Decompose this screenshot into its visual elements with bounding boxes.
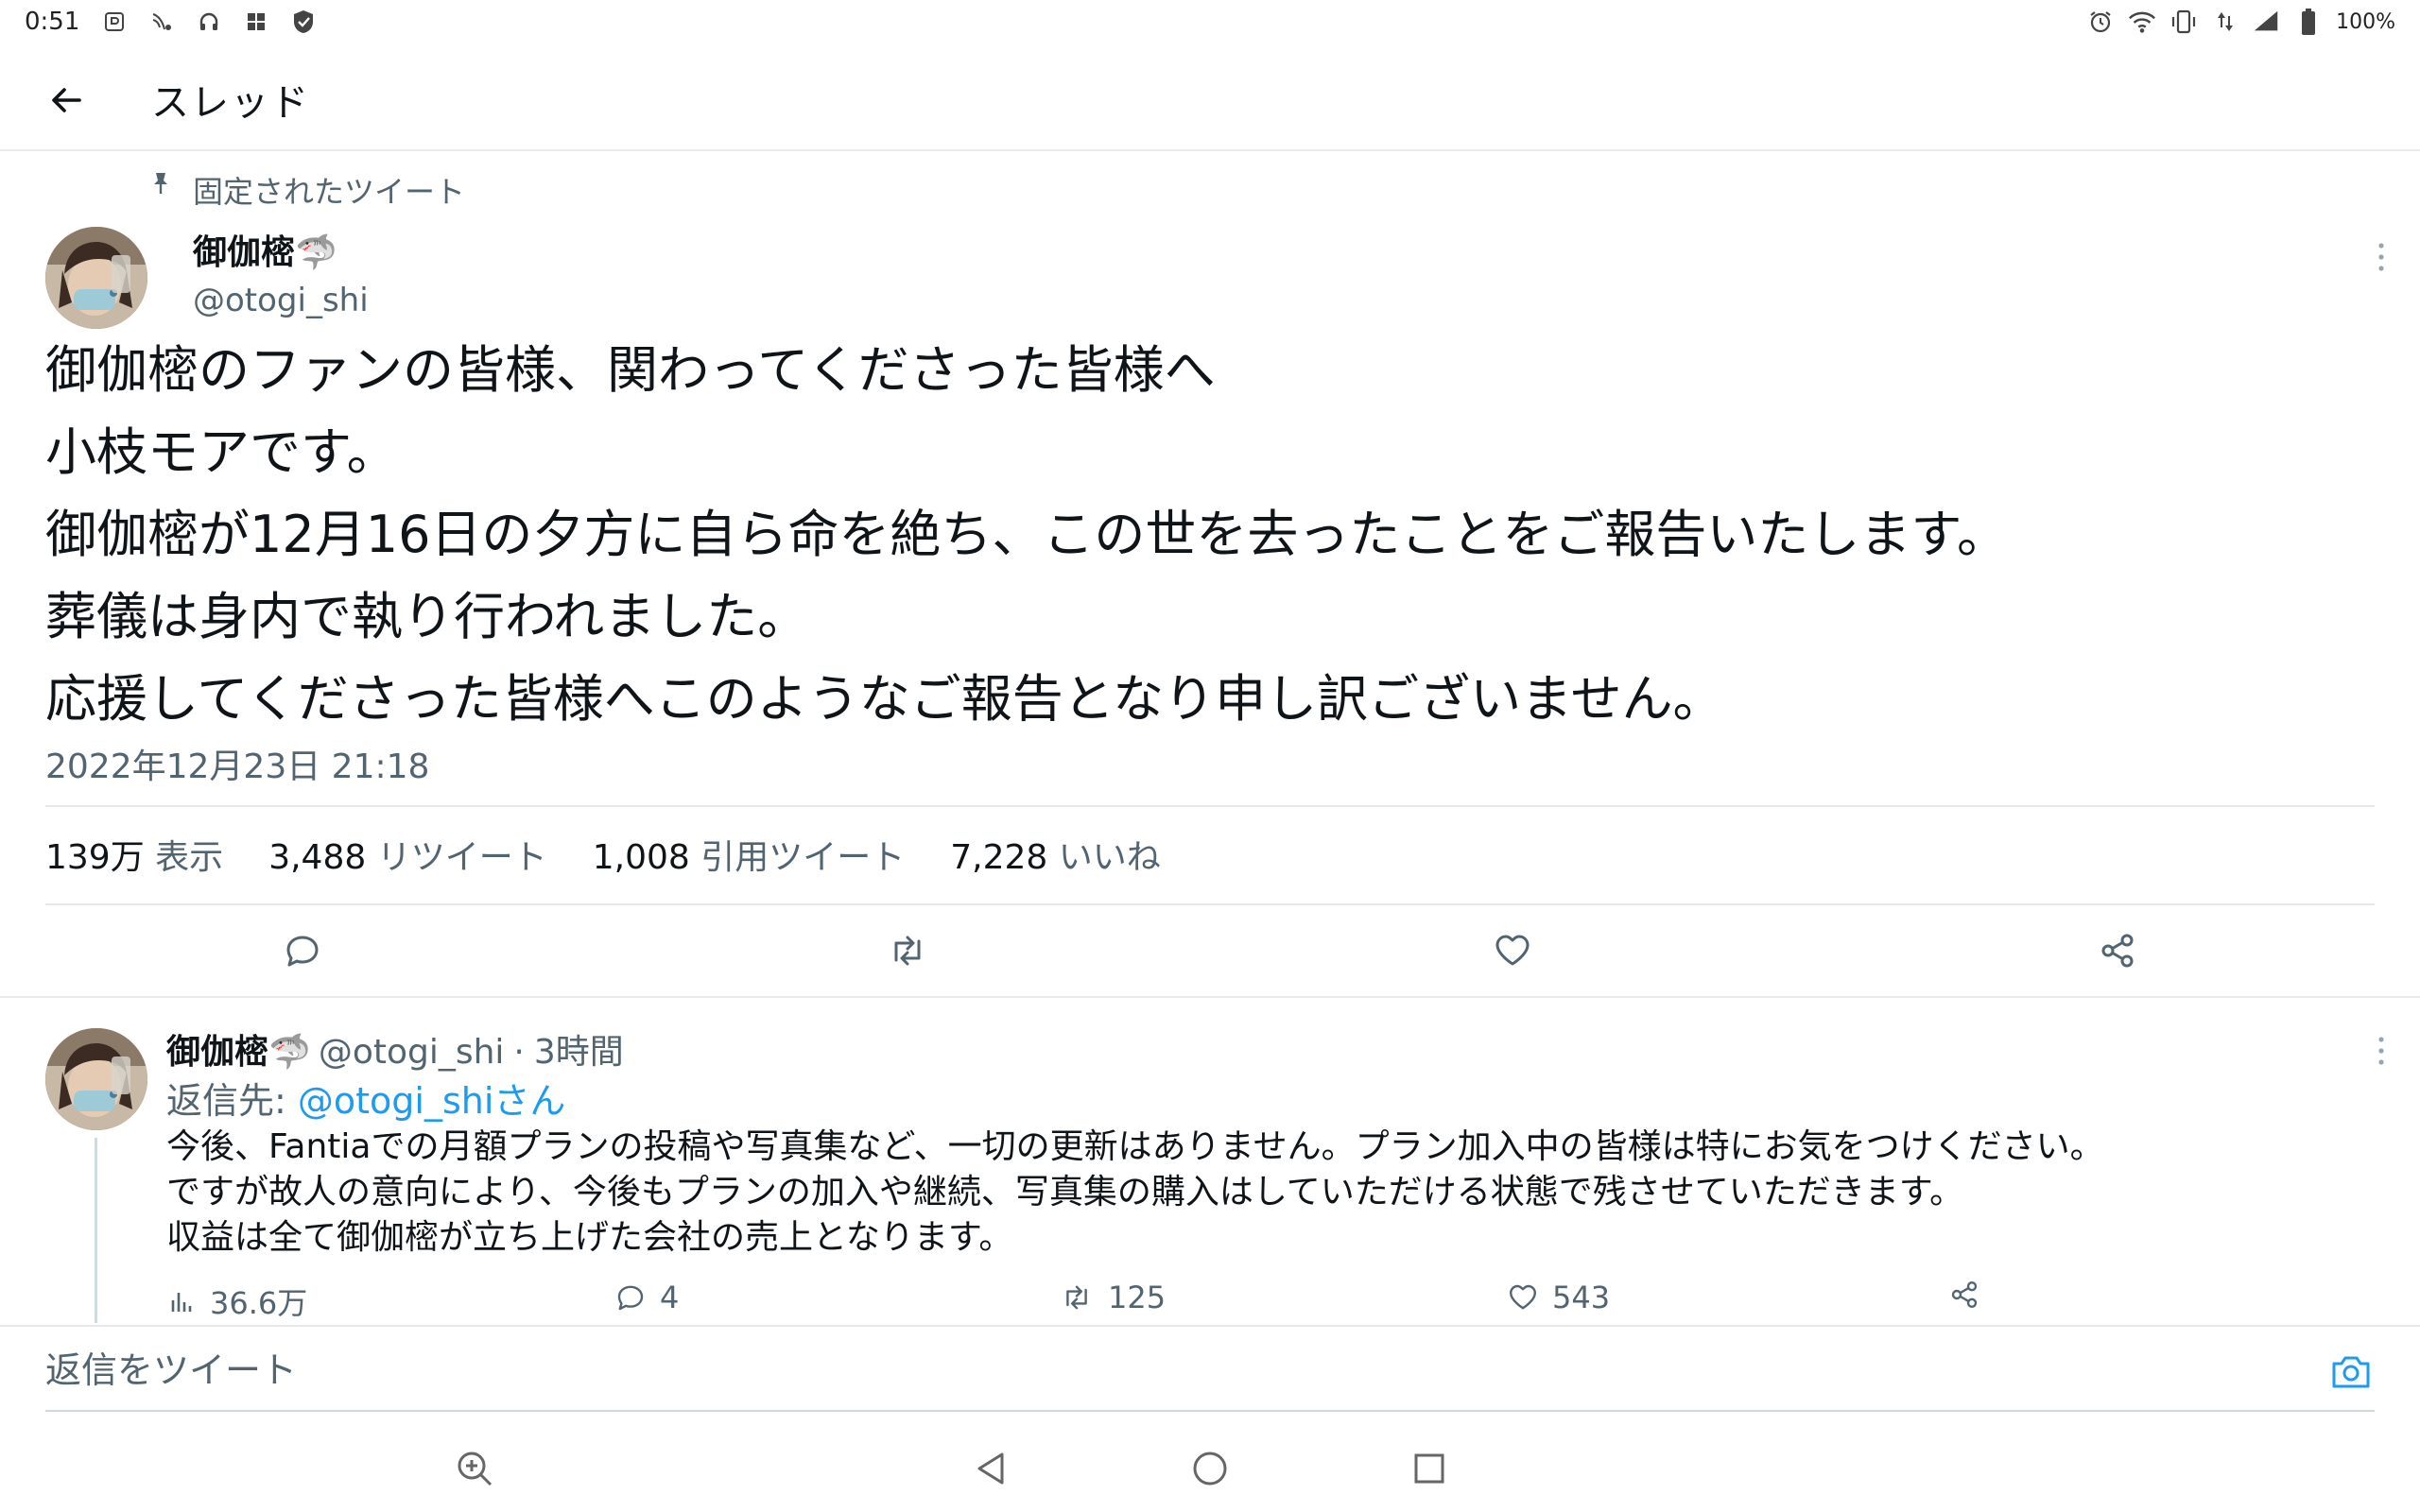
arrow-left-icon — [52, 88, 81, 112]
retweet-icon — [894, 936, 921, 966]
reply-line: ですが故人の意向により、今後もプランの加入や継続、写真集の購入はしていただける状… — [166, 1173, 1964, 1211]
stat-quote-tweets[interactable]: 1,008 引用ツイート — [593, 830, 906, 879]
like-count: 543 — [1552, 1280, 1611, 1315]
share-button[interactable] — [1949, 1280, 1979, 1310]
tweet-actions — [0, 922, 2420, 979]
system-nav-bar — [0, 1427, 2420, 1512]
tweet-line: 応援してくださった皆様へこのようなご報告となり申し訳ございません。 — [45, 669, 1724, 729]
reply-button[interactable] — [274, 922, 331, 979]
headphones-icon — [195, 8, 223, 36]
more-vertical-icon — [2378, 243, 2384, 271]
nav-back-button[interactable] — [962, 1440, 1019, 1497]
reply-to: 返信先: @otogi_shiさん — [166, 1072, 565, 1124]
views-button[interactable]: 36.6万 — [168, 1280, 307, 1323]
retweet-button[interactable]: 125 — [1059, 1280, 1166, 1315]
tweet-line: 御伽樒のファンの皆様、関わってくださった皆様へ — [45, 340, 1216, 400]
reply-author-handle[interactable]: @otogi_shi — [319, 1033, 505, 1072]
camera-button[interactable] — [2327, 1348, 2375, 1395]
reply-icon — [286, 936, 319, 967]
circle-home-icon — [1193, 1452, 1227, 1486]
app-notification-icon — [100, 8, 129, 36]
back-button[interactable] — [42, 76, 91, 125]
tweet-line: 葬儀は身内で執り行われました。 — [45, 587, 809, 646]
author-handle[interactable]: @otogi_shi — [193, 282, 369, 319]
reply-button[interactable]: 4 — [614, 1280, 679, 1315]
divider — [45, 1410, 2375, 1412]
status-right-icons: 100% — [2086, 8, 2395, 36]
wifi-icon — [2128, 8, 2156, 36]
thread-header: スレッド — [0, 49, 2420, 151]
status-left-icons — [100, 8, 318, 36]
reply-line: 収益は全て御伽樒が立ち上げた会社の売上となります。 — [166, 1218, 1013, 1257]
nfc-icon — [147, 8, 176, 36]
square-recents-icon — [1414, 1453, 1444, 1484]
vibrate-icon — [2169, 8, 2198, 36]
status-bar: 0:51 100% — [0, 0, 2420, 49]
thread-line — [95, 1138, 97, 1323]
heart-icon — [1495, 935, 1530, 966]
pinned-label: 固定されたツイート — [193, 174, 466, 210]
nav-recents-button[interactable] — [1401, 1440, 1458, 1497]
more-options-button[interactable] — [2367, 238, 2395, 276]
reply-icon — [617, 1285, 644, 1311]
more-vertical-icon — [2378, 1037, 2384, 1065]
reply-to-handle-link[interactable]: @otogi_shiさん — [298, 1080, 566, 1122]
reply-to-prefix: 返信先: — [166, 1080, 298, 1122]
battery-icon — [2294, 8, 2323, 36]
reply-compose-input[interactable] — [45, 1344, 2220, 1397]
shield-icon — [289, 8, 318, 36]
reply-author-name[interactable]: 御伽樒🦈 — [166, 1024, 311, 1074]
avatar[interactable] — [45, 1028, 147, 1130]
stat-views[interactable]: 139万 表示 — [45, 830, 223, 879]
battery-percent: 100% — [2336, 9, 2395, 34]
share-button[interactable] — [2089, 922, 2146, 979]
retweet-icon — [1066, 1285, 1087, 1310]
reply-text: 今後、Fantiaでの月額プランの投稿や写真集など、一切の更新はありません。プラ… — [166, 1125, 2341, 1261]
camera-icon — [2332, 1356, 2370, 1388]
reply-actions: 36.6万 4 125 543 — [166, 1280, 2341, 1325]
reply-line: 今後、Fantiaでの月額プランの投稿や写真集など、一切の更新はありません。プラ… — [166, 1127, 2104, 1166]
author-name[interactable]: 御伽樒🦈 — [193, 225, 337, 274]
signal-icon — [2253, 8, 2281, 36]
divider — [45, 903, 2375, 905]
reply-time[interactable]: 3時間 — [534, 1024, 624, 1074]
alarm-icon — [2086, 8, 2115, 36]
tweet-line: 小枝モアです。 — [45, 422, 398, 482]
reply-header: 御伽樒🦈 @otogi_shi · 3時間 — [166, 1024, 624, 1074]
grid-app-icon — [242, 8, 270, 36]
triangle-back-icon — [977, 1452, 1004, 1485]
data-arrows-icon — [2211, 8, 2239, 36]
more-options-button[interactable] — [2367, 1032, 2395, 1070]
analytics-icon — [171, 1293, 192, 1312]
status-time: 0:51 — [25, 8, 80, 36]
tweet-line: 御伽樒が12月16日の夕方に自ら命を絶ち、この世を去ったことをご報告いたします。 — [45, 505, 2009, 564]
tweet-text: 御伽樒のファンの皆様、関わってくださった皆様へ 小枝モアです。 御伽樒が12月1… — [45, 329, 2352, 740]
share-icon — [2101, 934, 2134, 968]
like-button[interactable]: 543 — [1507, 1280, 1610, 1315]
avatar[interactable] — [45, 227, 147, 329]
stat-retweets[interactable]: 3,488 リツイート — [268, 830, 547, 879]
separator: · — [513, 1033, 525, 1072]
zoom-in-icon — [458, 1452, 493, 1486]
share-icon — [1951, 1281, 1978, 1308]
retweet-count: 125 — [1108, 1280, 1167, 1315]
nav-home-button[interactable] — [1182, 1440, 1238, 1497]
retweet-button[interactable] — [879, 922, 936, 979]
views-count: 36.6万 — [210, 1285, 308, 1321]
divider — [0, 996, 2420, 998]
heart-icon — [1510, 1284, 1536, 1310]
stat-likes[interactable]: 7,228 いいね — [950, 830, 1161, 879]
tweet-stats: 139万 表示 3,488 リツイート 1,008 引用ツイート 7,228 い… — [45, 830, 1161, 879]
reply-count: 4 — [660, 1280, 680, 1315]
pin-icon — [149, 170, 172, 200]
like-button[interactable] — [1484, 922, 1541, 979]
tweet-timestamp[interactable]: 2022年12月23日 21:18 — [45, 739, 429, 788]
zoom-button[interactable] — [446, 1440, 503, 1497]
page-title: スレッド — [151, 81, 310, 125]
divider — [45, 805, 2375, 807]
compose-bar — [0, 1325, 2420, 1412]
